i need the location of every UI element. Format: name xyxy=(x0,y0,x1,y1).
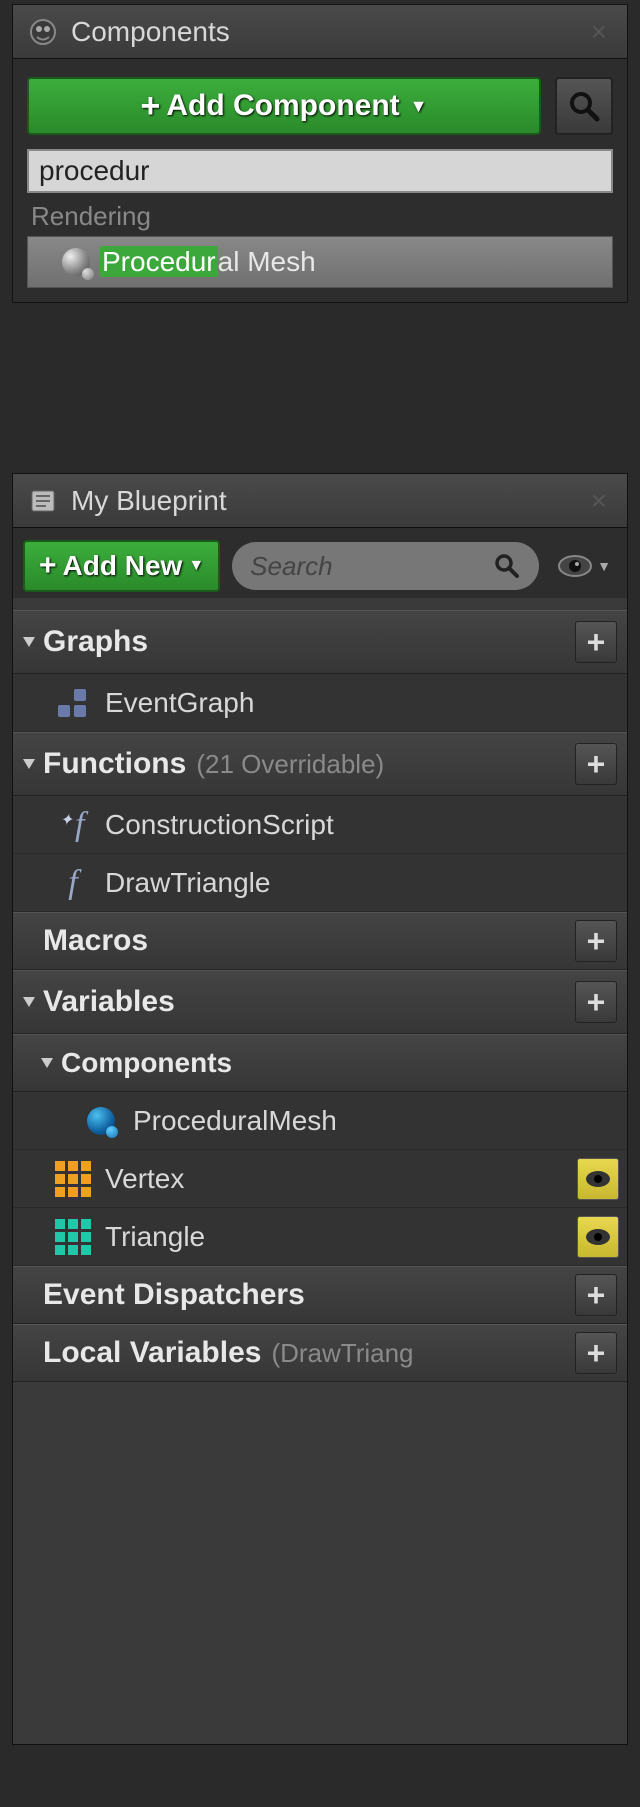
array-variable-icon xyxy=(53,1217,93,1257)
visibility-toggle[interactable] xyxy=(577,1158,619,1200)
category-macros[interactable]: Macros + xyxy=(13,912,627,970)
blueprint-tab-icon xyxy=(27,485,59,517)
chevron-down-icon: ▼ xyxy=(410,96,428,117)
add-component-button[interactable]: + Add Component ▼ xyxy=(27,77,541,135)
search-category-label: Rendering xyxy=(27,193,613,236)
function-override-icon: f xyxy=(53,805,93,845)
category-label: Event Dispatchers xyxy=(43,1278,305,1312)
component-ref-icon xyxy=(81,1101,121,1141)
add-local-variable-button[interactable]: + xyxy=(575,1332,617,1374)
components-tab-icon xyxy=(27,16,59,48)
disclosure-icon xyxy=(23,997,35,1007)
search-icon xyxy=(567,89,601,123)
add-variable-button[interactable]: + xyxy=(575,981,617,1023)
item-label: ProceduralMesh xyxy=(133,1105,337,1137)
add-macro-button[interactable]: + xyxy=(575,920,617,962)
visibility-toggle[interactable] xyxy=(577,1216,619,1258)
add-graph-button[interactable]: + xyxy=(575,621,617,663)
category-label: Variables xyxy=(43,985,175,1019)
search-result-highlight: Procedur xyxy=(100,246,218,277)
category-event-dispatchers[interactable]: Event Dispatchers + xyxy=(13,1266,627,1324)
category-local-variables[interactable]: Local Variables (DrawTriang + xyxy=(13,1324,627,1382)
item-label: EventGraph xyxy=(105,687,254,719)
search-result-label: Procedural Mesh xyxy=(100,246,316,278)
chevron-down-icon: ▼ xyxy=(188,557,204,575)
component-search-input[interactable] xyxy=(27,149,613,193)
disclosure-icon xyxy=(23,759,35,769)
search-result-rest: al Mesh xyxy=(218,246,316,277)
eye-icon xyxy=(557,554,593,578)
add-event-dispatcher-button[interactable]: + xyxy=(575,1274,617,1316)
item-eventgraph[interactable]: EventGraph xyxy=(13,674,627,732)
category-suffix: (21 Overridable) xyxy=(196,749,384,780)
my-blueprint-panel: My Blueprint × + Add New ▼ Search xyxy=(12,473,628,1745)
add-new-label: Add New xyxy=(63,550,183,582)
visibility-filter-dropdown[interactable]: ▼ xyxy=(551,542,617,590)
category-label: Local Variables xyxy=(43,1336,261,1370)
item-drawtriangle[interactable]: f DrawTriangle xyxy=(13,854,627,912)
components-tab-header: Components × xyxy=(13,5,627,59)
item-label: DrawTriangle xyxy=(105,867,270,899)
eventgraph-icon xyxy=(53,683,93,723)
eye-icon xyxy=(585,1228,611,1246)
array-variable-icon xyxy=(53,1159,93,1199)
item-label: ConstructionScript xyxy=(105,809,334,841)
add-new-button[interactable]: + Add New ▼ xyxy=(23,540,220,592)
search-result-procedural-mesh[interactable]: Procedural Mesh xyxy=(27,236,613,288)
add-function-button[interactable]: + xyxy=(575,743,617,785)
mesh-component-icon xyxy=(62,248,90,276)
search-toggle-button[interactable] xyxy=(555,77,613,135)
function-icon: f xyxy=(53,863,93,903)
chevron-down-icon: ▼ xyxy=(597,558,611,574)
category-suffix: (DrawTriang xyxy=(271,1338,413,1369)
my-blueprint-tab-title: My Blueprint xyxy=(71,485,227,517)
add-component-label: Add Component xyxy=(166,89,399,123)
plus-icon: + xyxy=(141,87,161,126)
category-components[interactable]: Components xyxy=(13,1034,627,1092)
disclosure-icon xyxy=(23,637,35,647)
category-label: Macros xyxy=(43,924,148,958)
category-label: Functions xyxy=(43,747,186,781)
components-panel: Components × + Add Component ▼ Rendering xyxy=(12,4,628,303)
item-constructionscript[interactable]: f ConstructionScript xyxy=(13,796,627,854)
close-icon[interactable]: × xyxy=(585,485,613,517)
category-functions[interactable]: Functions (21 Overridable) + xyxy=(13,732,627,796)
item-label: Triangle xyxy=(105,1221,205,1253)
components-tab-title: Components xyxy=(71,16,230,48)
category-variables[interactable]: Variables + xyxy=(13,970,627,1034)
search-icon xyxy=(493,552,521,580)
my-blueprint-tab-header: My Blueprint × xyxy=(13,474,627,528)
item-vertex[interactable]: Vertex xyxy=(13,1150,627,1208)
category-label: Components xyxy=(61,1047,232,1079)
blueprint-search-input[interactable]: Search xyxy=(232,542,539,590)
item-label: Vertex xyxy=(105,1163,184,1195)
item-proceduralmesh[interactable]: ProceduralMesh xyxy=(13,1092,627,1150)
search-placeholder: Search xyxy=(250,551,485,582)
item-triangle[interactable]: Triangle xyxy=(13,1208,627,1266)
category-label: Graphs xyxy=(43,625,148,659)
close-icon[interactable]: × xyxy=(585,16,613,48)
eye-icon xyxy=(585,1170,611,1188)
category-graphs[interactable]: Graphs + xyxy=(13,610,627,674)
disclosure-icon xyxy=(41,1058,53,1068)
plus-icon: + xyxy=(39,549,57,583)
